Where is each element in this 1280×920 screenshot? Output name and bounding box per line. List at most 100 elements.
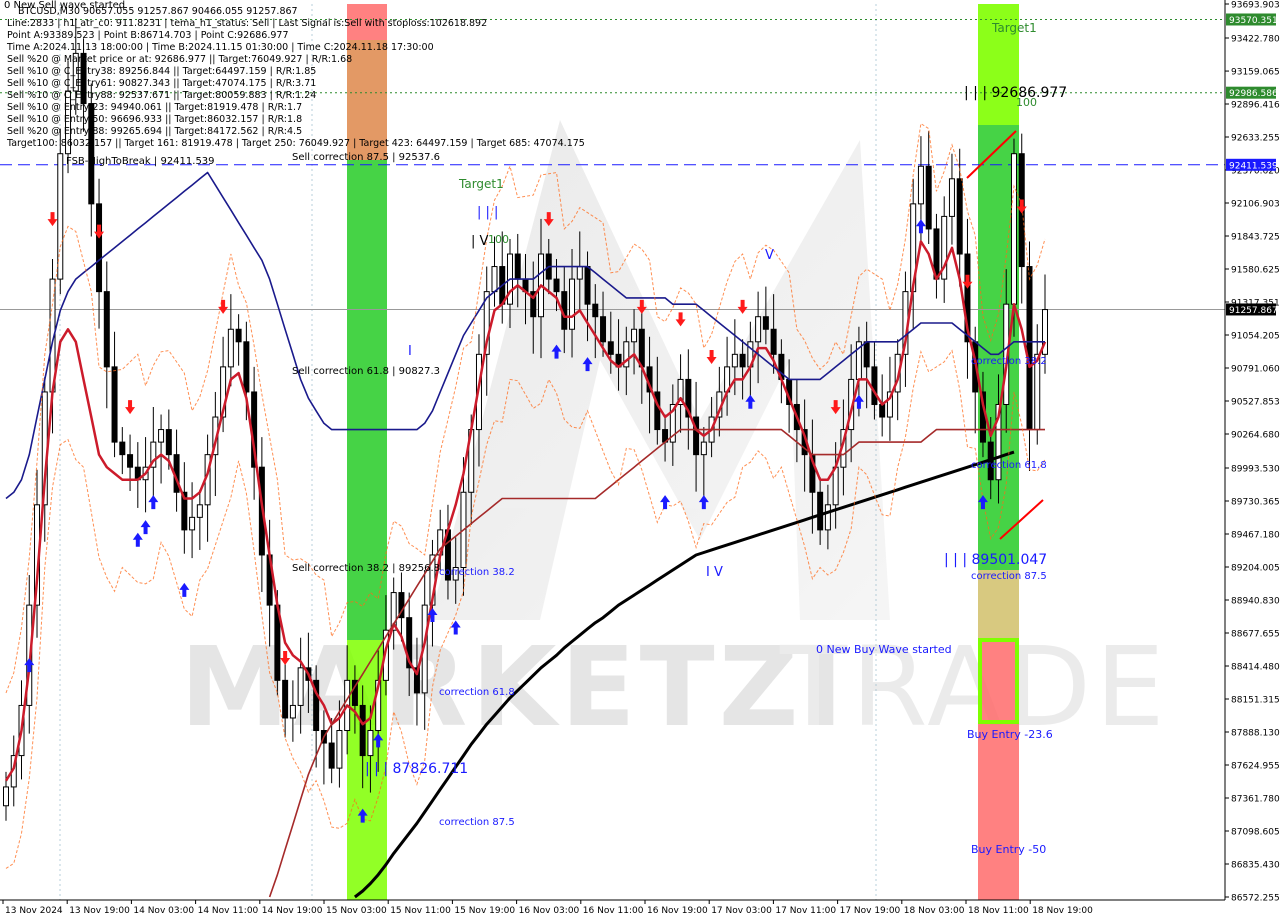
candle [57, 128, 64, 295]
candle-body [514, 253, 521, 280]
price-tag-label: 91257.867 [1229, 306, 1278, 316]
candle-body [243, 341, 250, 393]
header-line-entry-88b: Sell %20 @ Entry-88: 99265.694 || Target… [7, 126, 302, 137]
price-tag-label: 92986.586 [1229, 89, 1278, 99]
candle-body [817, 491, 824, 531]
x-tick-label: 15 Nov 19:00 [454, 906, 515, 916]
candle-body [1026, 266, 1033, 431]
annotation-label: Sell correction 38.2 | 89256.8 [292, 563, 440, 574]
y-tick-label: 90264.680 [1231, 430, 1280, 440]
candle-body [569, 278, 576, 330]
annotation-label: | | | [477, 205, 498, 220]
candle-body [111, 366, 118, 443]
annotation-label: | V [471, 234, 489, 249]
x-tick-label: 16 Nov 11:00 [583, 906, 644, 916]
candle-body [917, 165, 924, 205]
y-tick-label: 88677.655 [1231, 629, 1280, 639]
y-tick-label: 88940.830 [1231, 596, 1280, 606]
x-tick-label: 14 Nov 19:00 [262, 906, 323, 916]
header-line-points: Point A:93389.523 | Point B:86714.703 | … [7, 30, 289, 41]
candle-body [553, 278, 560, 293]
candle-body [491, 266, 498, 293]
candle-body [1010, 153, 1017, 305]
y-tick-label: 86835.430 [1231, 860, 1280, 870]
annotation-label: correction 61.8 [439, 687, 515, 698]
annotation-label: FSB-HighToBreak | 92411.539 [66, 156, 215, 167]
y-tick-label: 89993.530 [1231, 464, 1280, 474]
candle-body [607, 341, 614, 355]
x-tick-label: 16 Nov 19:00 [647, 906, 708, 916]
candle-body [755, 316, 762, 343]
candle-body [576, 266, 583, 280]
price-tag-label: 92411.539 [1229, 161, 1278, 171]
annotation-label: correction 87.5 [971, 571, 1047, 582]
header-line-entry-38: Sell %10 @ C_Entry38: 89256.844 || Targe… [7, 66, 316, 77]
y-tick-label: 87624.955 [1231, 761, 1280, 771]
candle-body [762, 316, 769, 330]
y-tick-label: 89467.180 [1231, 530, 1280, 540]
x-tick-label: 13 Nov 2024 [5, 906, 63, 916]
candle-body [235, 328, 242, 343]
y-tick-label: 90791.060 [1231, 364, 1280, 374]
y-tick-label: 87098.605 [1231, 827, 1280, 837]
header-line-status: Line:2833 | h1_atr_c0: 911.8231 | tema_h… [7, 18, 487, 29]
x-tick-label: 15 Nov 03:00 [326, 906, 387, 916]
candle-body [119, 441, 126, 456]
header-line-times: Time A:2024.11.13 18:00:00 | Time B:2024… [6, 42, 434, 53]
y-tick-label: 90527.853 [1231, 397, 1280, 407]
y-tick-label: 92633.255 [1231, 133, 1280, 143]
x-tick-label: 18 Nov 03:00 [904, 906, 965, 916]
header-line-entry-50: Sell %10 @ Entry-50: 96696.933 || Target… [7, 114, 302, 125]
header-line-targets: Target100: 86032.157 || Target 161: 8191… [6, 138, 585, 149]
x-tick-label: 17 Nov 11:00 [775, 906, 836, 916]
candle-body [196, 504, 203, 518]
header-line-ohlc: BTCUSD,M30 90657.055 91257.867 90466.055… [18, 6, 298, 17]
candle-body [956, 178, 963, 255]
y-tick-label: 91843.725 [1231, 232, 1280, 242]
x-tick-label: 16 Nov 03:00 [519, 906, 580, 916]
candle-body [871, 366, 878, 405]
candle-body [592, 303, 599, 318]
candle-body [103, 291, 110, 368]
x-tick-label: 14 Nov 03:00 [133, 906, 194, 916]
y-tick-label: 91054.205 [1231, 331, 1280, 341]
x-tick-label: 17 Nov 03:00 [711, 906, 772, 916]
y-tick-label: 93693.903 [1231, 1, 1280, 11]
x-tick-label: 18 Nov 19:00 [1032, 906, 1093, 916]
x-tick-label: 14 Nov 11:00 [198, 906, 259, 916]
annotation-label: Buy Entry -50 [971, 843, 1046, 856]
y-tick-label: 92106.903 [1231, 199, 1280, 209]
y-tick-label: 89730.365 [1231, 497, 1280, 507]
annotation-label: 0 New Buy Wave started [816, 643, 952, 656]
candle-body [879, 403, 886, 418]
annotation-label: | | | 89501.047 [944, 552, 1047, 568]
y-tick-label: 87888.130 [1231, 728, 1280, 738]
candle-body [96, 203, 103, 293]
candle-body [770, 328, 777, 355]
candle-body [189, 516, 196, 531]
annotation-label: correction 87.5 [439, 817, 515, 828]
candle-body [731, 353, 738, 368]
annotation-label: correction 61.8 [971, 460, 1047, 471]
candle-body [631, 328, 638, 343]
candle-body [600, 316, 607, 343]
x-axis: 13 Nov 2024 13 Nov 19:00 14 Nov 03:00 14 No… [2, 900, 1093, 916]
header-line-entry-23: Sell %10 @ Entry-23: 94940.061 || Target… [7, 102, 302, 113]
candle-body [863, 341, 870, 368]
y-tick-label: 93159.065 [1231, 68, 1280, 78]
header-line-entry-market: Sell %20 @ Market price or at: 92686.977… [7, 54, 352, 65]
x-tick-label: 18 Nov 11:00 [968, 906, 1029, 916]
annotation-label: correction 38.2 [439, 567, 515, 578]
zone-3 [978, 640, 1019, 900]
annotation-label: 100 [1016, 96, 1037, 109]
candle-body [297, 667, 304, 706]
candle-body [165, 429, 172, 456]
candle-body [925, 165, 932, 230]
x-tick-label: 15 Nov 11:00 [390, 906, 451, 916]
y-tick-label: 86572.255 [1231, 894, 1280, 904]
y-tick-label: 91580.625 [1231, 265, 1280, 275]
annotation-label: V [765, 248, 774, 263]
price-tag-label: 93570.351 [1229, 16, 1278, 26]
header-line-entry-61: Sell %10 @ C_Entry61: 90827.343 || Targe… [7, 78, 316, 89]
candle-body [359, 704, 366, 757]
